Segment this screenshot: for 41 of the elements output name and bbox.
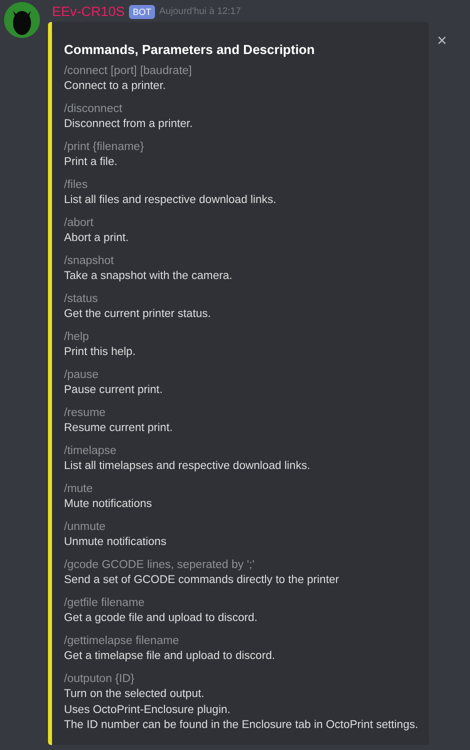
field-name: /print {filename} bbox=[64, 140, 145, 155]
field-name: /snapshot bbox=[64, 254, 115, 269]
field-value: Get a gcode file and upload to discord. bbox=[64, 611, 258, 626]
avatar-icon[interactable] bbox=[4, 2, 40, 38]
embed-title: Commands, Parameters and Description bbox=[64, 41, 316, 60]
field-value: Take a snapshot with the camera. bbox=[64, 269, 234, 284]
field-value: Get the current printer status. bbox=[64, 307, 212, 322]
field-value: List all timelapses and respective download links. bbox=[64, 459, 312, 474]
field-name: /timelapse bbox=[64, 444, 118, 459]
field-value: Disconnect from a printer. bbox=[64, 117, 194, 132]
field-name: /pause bbox=[64, 368, 100, 383]
field-name: /status bbox=[64, 292, 99, 307]
field-name: /gettimelapse filename bbox=[64, 634, 180, 649]
field-value: Pause current print. bbox=[64, 383, 164, 398]
field-name: /gcode GCODE lines, seperated by ';' bbox=[64, 558, 256, 573]
field-name: /abort bbox=[64, 216, 94, 231]
field-value: The ID number can be found in the Enclosure tab in OctoPrint settings. bbox=[64, 718, 420, 734]
field-name: /resume bbox=[64, 406, 107, 421]
field-name: /outputon {ID} bbox=[64, 672, 136, 687]
field-name: /getfile filename bbox=[64, 596, 146, 611]
field-name: /disconnect bbox=[64, 102, 124, 117]
field-value: Uses OctoPrint-Enclosure plugin. bbox=[64, 702, 232, 718]
field-value: Mute notifications bbox=[64, 497, 153, 512]
close-button[interactable]: × bbox=[437, 32, 447, 50]
field-value: Send a set of GCODE commands directly to the printer bbox=[64, 573, 340, 588]
field-value: Connect to a printer. bbox=[64, 79, 167, 94]
field-value: Resume current print. bbox=[64, 421, 174, 436]
field-value: Abort a print. bbox=[64, 231, 130, 246]
field-name: /unmute bbox=[64, 520, 107, 535]
field-value: Unmute notifications bbox=[64, 535, 168, 550]
field-name: /files bbox=[64, 178, 89, 193]
field-name: /mute bbox=[64, 482, 94, 497]
field-value: Turn on the selected output. bbox=[64, 687, 206, 702]
field-value: Print this help. bbox=[64, 345, 137, 360]
field-name: /help bbox=[64, 330, 90, 345]
field-value: Print a file. bbox=[64, 155, 118, 170]
field-name: /connect [port] [baudrate] bbox=[64, 64, 193, 79]
field-value: List all files and respective download links. bbox=[64, 193, 278, 208]
field-value: Get a timelapse file and upload to discord. bbox=[64, 649, 276, 664]
timestamp: Aujourd'hui à 12:17 bbox=[159, 5, 241, 19]
bot-tag: BOT bbox=[128, 5, 156, 20]
